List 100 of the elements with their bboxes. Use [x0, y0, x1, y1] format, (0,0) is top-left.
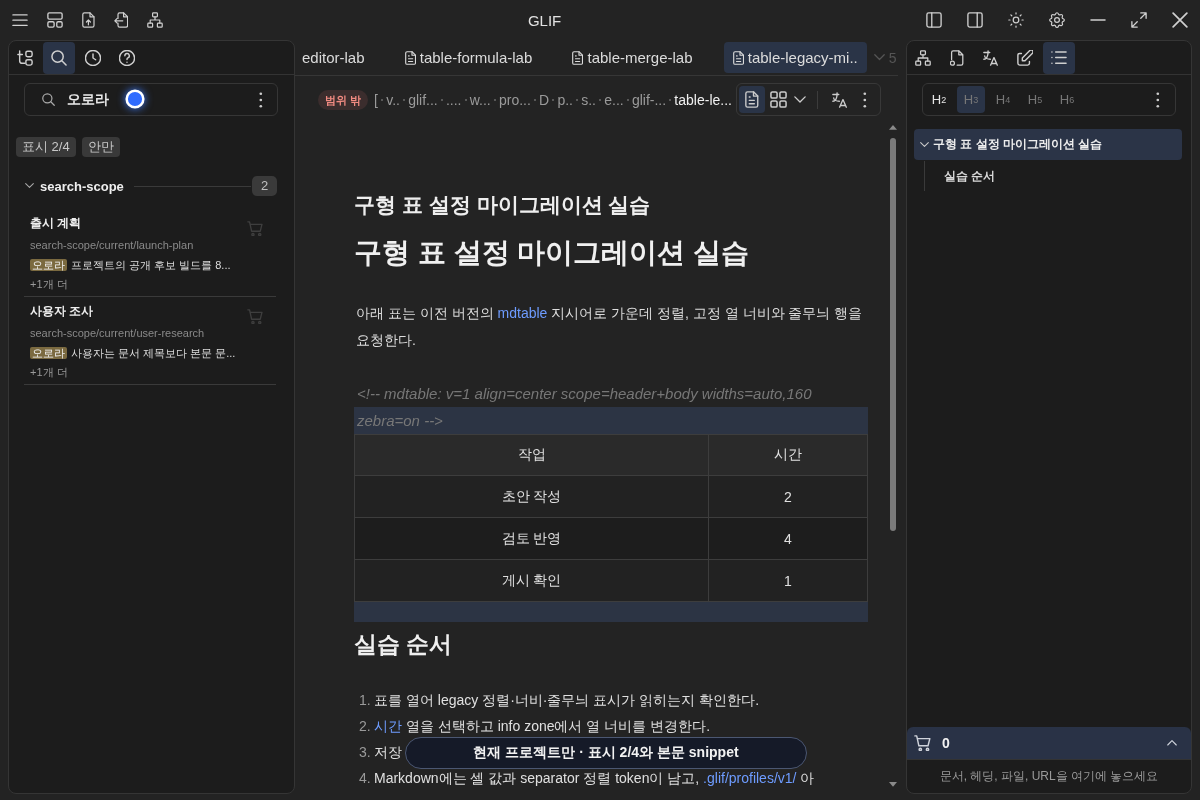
count-badge: 2: [252, 176, 277, 196]
text-link[interactable]: 시간: [374, 718, 402, 734]
filter-chip[interactable]: 안만: [81, 137, 120, 157]
more-matches[interactable]: +1개 더: [30, 276, 247, 292]
clock-icon: [85, 49, 101, 66]
scroll-down-icon[interactable]: [889, 782, 897, 787]
menu-icon[interactable]: [12, 13, 28, 27]
match-highlight: 오로라: [30, 259, 67, 271]
window-title: GLIF: [527, 11, 562, 29]
file-link-icon: [950, 49, 964, 66]
cart-bar[interactable]: 0: [907, 727, 1191, 759]
file-icon: [745, 91, 759, 108]
list-item-text: 저장: [374, 743, 402, 762]
breadcrumb-item[interactable]: s..: [581, 91, 596, 108]
result-snippet: 오로라 프로젝트의 공개 후보 빌드를 8...: [30, 258, 232, 273]
editor-tab[interactable]: editor-lab: [295, 42, 374, 73]
scope-badge: 범위 밖: [318, 89, 369, 110]
chevron-icon[interactable]: [25, 183, 34, 189]
file-icon: [732, 50, 744, 65]
scroll-up-icon[interactable]: [889, 125, 897, 130]
tree-icon: [17, 49, 33, 66]
table-cell: 초안 작성: [354, 475, 709, 518]
grid-icon: [769, 91, 787, 108]
section-heading: 실습 순서: [354, 630, 454, 659]
breadcrumb-item[interactable]: v..: [386, 91, 400, 108]
result-path: search-scope/current/user-research: [30, 326, 206, 341]
cart-count: 0: [942, 735, 950, 751]
panel-tab[interactable]: [1043, 41, 1075, 74]
file-import-icon[interactable]: [113, 12, 129, 28]
section-heading: 구형 표 설정 마이그레이션 실습: [354, 192, 652, 218]
search-field[interactable]: 오로라: [24, 83, 278, 116]
file-icon: [404, 50, 416, 65]
settings-icon[interactable]: [1049, 12, 1065, 28]
match-highlight: 오로라: [30, 347, 67, 359]
close-icon[interactable]: [1172, 12, 1188, 28]
panel-tab[interactable]: [43, 41, 75, 74]
outline-item[interactable]: 구형 표 설정 마이그레이션 실습: [914, 129, 1182, 160]
translate-icon: [983, 49, 999, 66]
result-title[interactable]: 사용자 조사: [30, 302, 247, 320]
sidebar-right-icon[interactable]: [967, 12, 983, 28]
search-icon: [51, 49, 67, 66]
caret-icon[interactable]: [1167, 740, 1177, 746]
editor-tab[interactable]: table-legacy-mi..: [723, 42, 867, 73]
list-item-text: Markdown에는 셀 값과 separator 정렬 token이 남고, .glif/profiles/v1/ 아: [374, 769, 815, 788]
outline-item[interactable]: 실습 순서: [938, 161, 1182, 191]
editor-tab[interactable]: table-formula-lab: [395, 42, 542, 73]
sitemap-icon[interactable]: [147, 12, 164, 28]
text-link[interactable]: mdtable: [497, 305, 548, 321]
table-cell: 4: [708, 517, 868, 560]
table-cell: 2: [708, 475, 868, 518]
breadcrumb-item[interactable]: glif...: [408, 91, 438, 108]
help-icon: [119, 49, 135, 66]
breadcrumb-item[interactable]: table-le...: [674, 91, 732, 108]
more-icon[interactable]: [863, 91, 867, 108]
table-cell: 게시 확인: [354, 559, 709, 602]
group-name: search-scope: [40, 178, 124, 194]
document-view-button[interactable]: [739, 86, 766, 113]
column-header[interactable]: 시간: [708, 434, 868, 476]
chevron-down-icon[interactable]: [794, 96, 807, 103]
text-link[interactable]: .glif/profiles/v1/: [703, 770, 797, 786]
scrollbar-thumb[interactable]: [890, 137, 896, 531]
more-icon[interactable]: [259, 91, 263, 108]
sun-icon[interactable]: [1008, 12, 1024, 28]
column-header[interactable]: 작업: [354, 434, 709, 476]
file-icon: [572, 50, 584, 65]
edit-icon: [1017, 49, 1033, 66]
breadcrumb-item[interactable]: e...: [604, 91, 624, 108]
maximize-icon[interactable]: [1131, 12, 1147, 28]
breadcrumb-item[interactable]: glif-...: [631, 91, 667, 108]
translate-icon[interactable]: [832, 91, 848, 108]
search-icon: [42, 93, 55, 106]
chevron-icon[interactable]: [920, 141, 929, 148]
editor-tab[interactable]: table-merge-lab: [563, 42, 702, 73]
paragraph: 아래 표는 이전 버전의 mdtable 지시어로 가운데 정렬, 고정 열 너비와 줄무늬 행을 요청한다.: [355, 304, 864, 350]
breadcrumb-item[interactable]: ....: [445, 91, 462, 108]
result-path: search-scope/current/launch-plan: [30, 238, 195, 253]
list-icon: [1051, 50, 1067, 65]
list-number: 3.: [359, 743, 372, 762]
breadcrumb-item[interactable]: p..: [557, 91, 573, 108]
list-item-text: 표를 열어 legacy 정렬·너비·줄무늬 표시가 읽히는지 확인한다.: [374, 691, 760, 710]
more-icon[interactable]: [1156, 91, 1160, 108]
table-cell: 검토 반영: [354, 517, 709, 560]
breadcrumb-item[interactable]: D: [539, 91, 550, 108]
table-cell: 1: [708, 559, 868, 602]
result-title[interactable]: 출시 계획: [30, 214, 247, 232]
file-upload-icon[interactable]: [82, 12, 95, 28]
breadcrumb-item[interactable]: pro...: [498, 91, 531, 108]
drop-hint: 문서, 헤딩, 파일, URL을 여기에 놓으세요: [939, 768, 1159, 785]
filter-chip[interactable]: 표시 2/4: [16, 137, 76, 157]
layout-icon[interactable]: [47, 12, 63, 28]
list-number: 2.: [359, 717, 372, 736]
sitemap-icon: [915, 49, 931, 66]
list-item-text: 시간 열을 선택하고 info zone에서 열 너비를 변경한다.: [374, 717, 711, 736]
more-matches[interactable]: +1개 더: [30, 364, 247, 380]
sidebar-left-icon[interactable]: [926, 12, 942, 28]
chevron-down-icon: [873, 54, 885, 61]
document-title: 구형 표 설정 마이그레이션 실습: [354, 236, 751, 270]
cursor-dot-icon: [125, 89, 145, 109]
breadcrumb-item[interactable]: [: [374, 91, 378, 108]
breadcrumb-item[interactable]: w...: [469, 91, 491, 108]
